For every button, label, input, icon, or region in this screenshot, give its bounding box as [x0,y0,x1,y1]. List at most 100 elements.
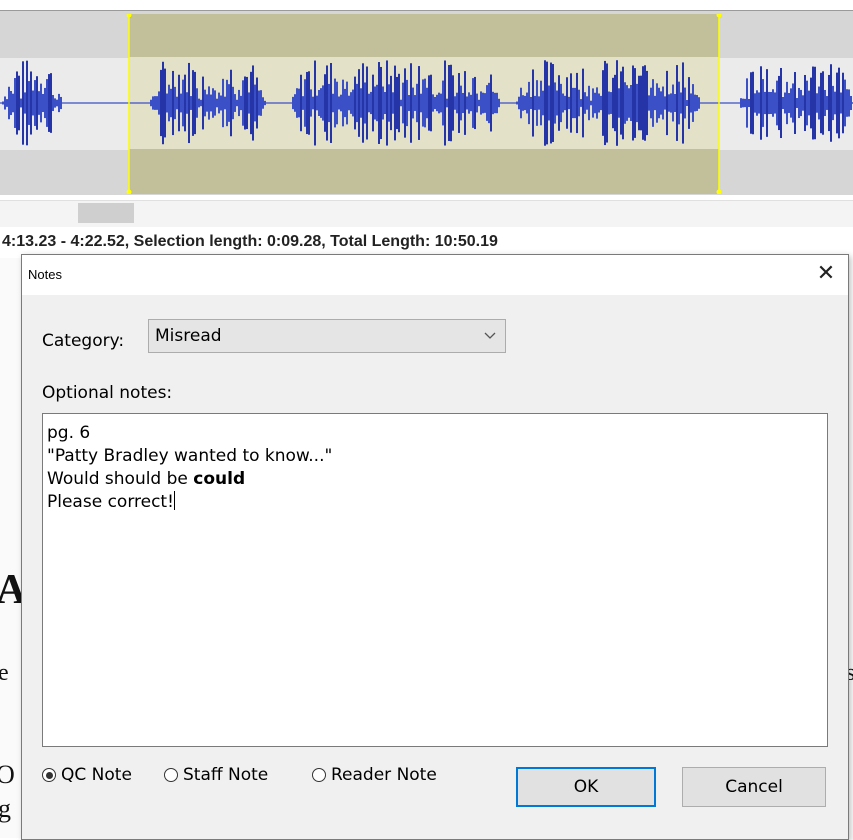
waveform-peak [590,100,592,106]
waveform-peak [434,96,436,110]
waveform-peak [690,93,692,113]
waveform-peak [360,88,362,118]
waveform[interactable] [0,14,853,194]
waveform-peak [50,73,52,133]
waveform-peak [526,92,528,114]
close-button[interactable]: ✕ [804,255,848,295]
background-text-o: O [0,760,15,789]
waveform-peak [558,75,560,131]
cancel-button[interactable]: Cancel [682,767,826,807]
waveform-peak [534,95,536,111]
ok-button[interactable]: OK [516,767,656,807]
waveform-peak [634,68,636,138]
waveform-peak [628,88,630,118]
waveform-peak [498,98,500,108]
waveform-peak [316,95,318,111]
waveform-peak [610,92,612,114]
waveform-peak [404,68,406,138]
dialog-titlebar[interactable]: Notes ✕ [22,255,848,295]
waveform-peak [640,75,642,131]
waveform-peak [778,75,780,131]
waveform-peak [364,82,366,124]
waveform-peak [426,87,428,119]
radio-staff-note[interactable]: Staff Note [164,763,268,787]
waveform-peak [28,81,30,125]
notes-textarea[interactable]: pg. 6 "Patty Bradley wanted to know..." … [42,413,828,747]
waveform-peak [302,96,304,110]
waveform-peak [554,82,556,124]
waveform-peak [750,72,752,134]
waveform-peak [770,92,772,114]
waveform-peak [756,90,758,116]
waveform-peak [842,72,844,134]
waveform-peak [838,67,840,139]
waveform-peak [814,66,816,140]
chevron-down-icon [484,332,496,339]
waveform-peak [612,77,614,129]
radio-qc-note[interactable]: QC Note [42,763,132,787]
waveform-peak [156,96,158,110]
waveform-peak [366,66,368,140]
dialog-title: Notes [28,267,62,282]
waveform-peak [164,68,166,138]
waveform-peak [10,90,12,116]
waveform-peak [818,86,820,120]
note-line-2: "Patty Bradley wanted to know..." [47,446,333,466]
waveform-peak [798,87,800,119]
waveform-peak [766,69,768,137]
waveform-peak [666,70,668,136]
waveform-peak [292,96,294,110]
waveform-peak [206,94,208,112]
waveform-peak [38,91,40,115]
waveform-peak [774,92,776,114]
waveform-peak [524,95,526,111]
waveform-peak [824,89,826,117]
scrollbar-thumb[interactable] [78,203,134,223]
waveform-peak [422,79,424,127]
waveform-peak [154,96,156,110]
waveform-peak [160,69,162,137]
waveform-peak [760,66,762,140]
waveform-peak [816,93,818,113]
waveform-peak [252,65,254,141]
category-selected-value: Misread [155,326,222,346]
radio-reader-note[interactable]: Reader Note [312,763,437,787]
waveform-peak [670,93,672,113]
waveform-peak [16,71,18,135]
waveform-peak [414,95,416,111]
waveform-peak [176,96,178,110]
waveform-panel[interactable] [0,0,853,230]
waveform-peak [228,84,230,122]
waveform-peak [216,98,218,108]
waveform-peak [472,78,474,128]
waveform-peak [658,87,660,119]
waveform-peak [314,60,316,146]
waveform-peak [444,60,446,146]
waveform-peak [574,87,576,119]
waveform-peak [410,63,412,143]
waveform-peak [310,89,312,117]
waveform-peak [450,64,452,142]
waveform-peak [392,92,394,114]
waveform-peak [476,93,478,113]
waveform-peak [210,94,212,112]
waveform-peak [436,94,438,112]
waveform-peak [398,73,400,133]
waveform-peak [752,71,754,135]
waveform-peak [254,84,256,122]
waveform-peak [432,94,434,112]
waveform-peak [664,96,666,110]
waveform-peak [696,95,698,111]
waveform-peak [12,93,14,113]
waveform-peak [804,74,806,132]
waveform-peak [466,96,468,110]
waveform-peak [638,75,640,131]
waveform-peak [806,80,808,126]
waveform-peak [546,61,548,145]
waveform-peak [258,90,260,116]
waveform-peak [786,81,788,125]
category-dropdown[interactable]: Misread [148,319,506,353]
waveform-peak [474,76,476,130]
waveform-peak [158,91,160,115]
waveform-peak [8,86,10,120]
